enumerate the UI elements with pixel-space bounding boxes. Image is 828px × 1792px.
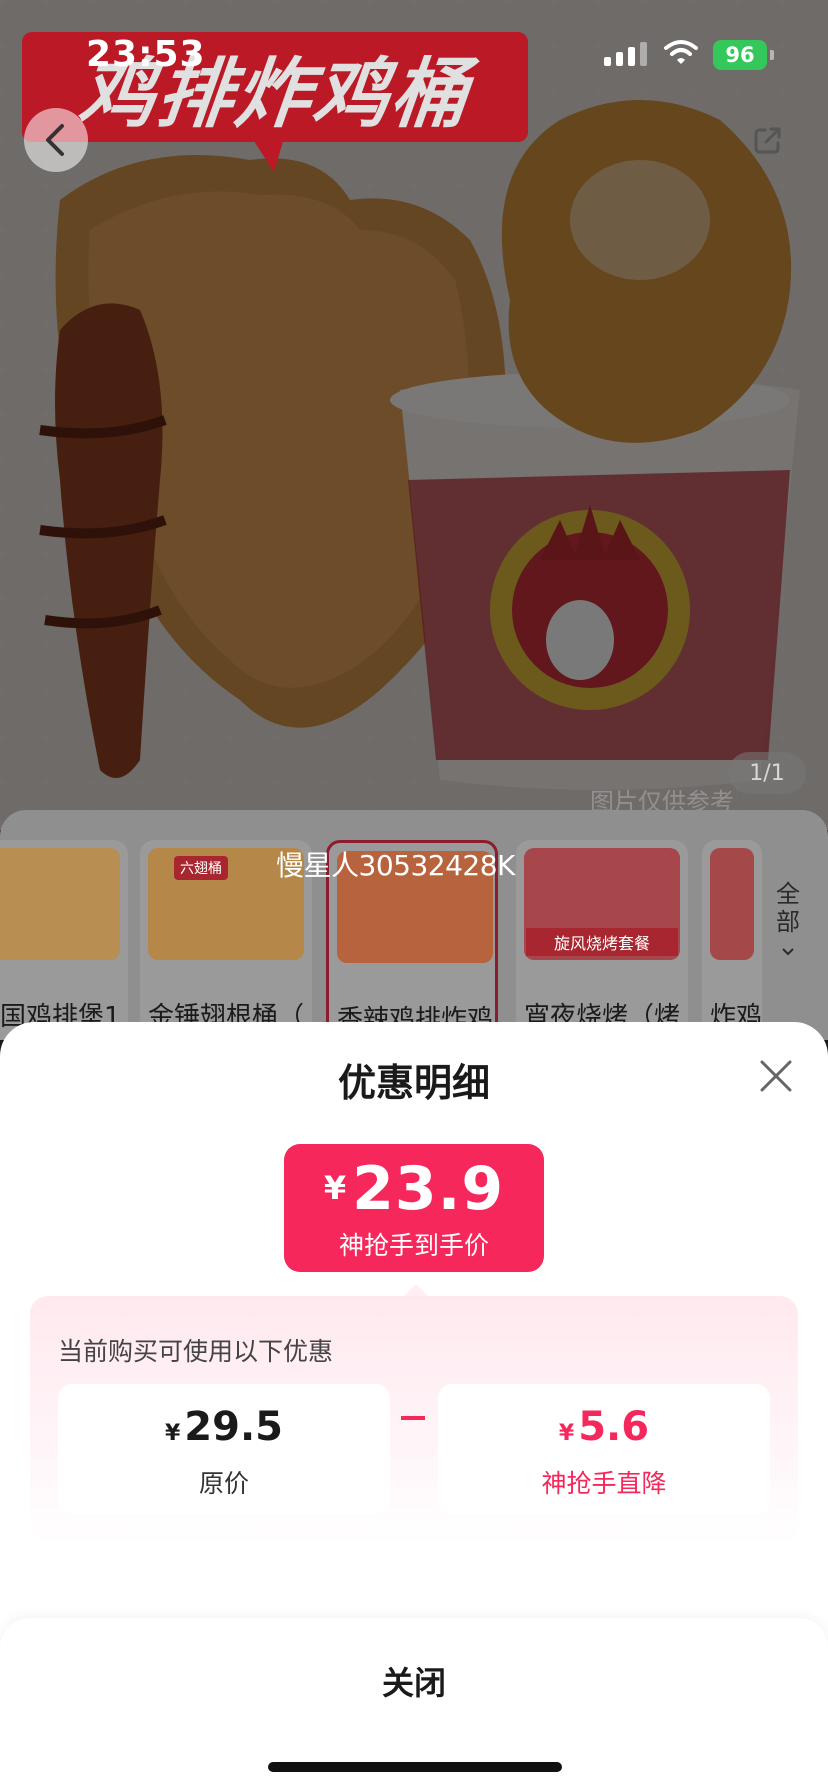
product-image	[0, 848, 120, 960]
image-page-indicator: 1/1	[728, 752, 806, 794]
home-indicator	[268, 1762, 562, 1772]
product-image	[710, 848, 754, 960]
original-price-currency: ¥	[164, 1421, 181, 1446]
sheet-title: 优惠明细	[337, 1061, 490, 1105]
reduction-card: ¥5.6 神抢手直降	[438, 1384, 770, 1514]
original-price-label: 原价	[198, 1469, 249, 1498]
back-button[interactable]	[24, 108, 88, 172]
view-all-label: 全部	[776, 880, 800, 936]
banner-dim-overlay	[0, 0, 828, 830]
final-price-currency: ¥	[323, 1169, 347, 1207]
product-badge: 六翅桶	[174, 856, 228, 880]
product-image: 旋风烧烤套餐	[524, 848, 680, 960]
back-chevron-icon	[46, 124, 64, 156]
reduction-amount: 5.6	[578, 1404, 650, 1450]
discount-detail-sheet: 优惠明细 ¥23.9 神抢手到手价 当前购买可使用以下优惠 ¥29.5 原价 ¥…	[0, 1022, 828, 1792]
product-card[interactable]: 炸鸡	[702, 840, 762, 1040]
hero-image[interactable]: 鸡排炸鸡桶 1/1 图片仅供参考	[0, 0, 828, 830]
battery-indicator: 96	[713, 40, 774, 70]
reduction-label: 神抢手直降	[541, 1469, 667, 1498]
final-price-value: 23.9	[352, 1154, 505, 1224]
minus-sign	[401, 1416, 425, 1420]
final-price-box: ¥23.9 神抢手到手价	[284, 1144, 544, 1272]
status-bar: 23:53 96	[0, 0, 828, 110]
original-price: ¥29.5	[58, 1404, 390, 1450]
original-price-amount: 29.5	[184, 1404, 283, 1450]
close-button[interactable]: 关闭	[0, 1618, 828, 1744]
chevron-down-icon	[782, 948, 794, 956]
product-badge: 旋风烧烤套餐	[526, 928, 678, 956]
product-card[interactable]: 国鸡排堡1	[0, 840, 128, 1040]
view-all-button[interactable]: 全部	[770, 880, 806, 964]
product-card[interactable]: 旋风烧烤套餐 宵夜烧烤（烤	[516, 840, 688, 1040]
cellular-signal-icon	[604, 42, 647, 66]
reduction-value: ¥5.6	[438, 1404, 770, 1450]
reduction-currency: ¥	[558, 1421, 575, 1446]
original-price-card: ¥29.5 原价	[58, 1384, 390, 1514]
discount-heading: 当前购买可使用以下优惠	[58, 1337, 334, 1366]
final-price: ¥23.9	[284, 1154, 544, 1224]
share-icon	[754, 127, 781, 154]
price-pointer	[404, 1284, 428, 1296]
wifi-icon	[664, 40, 698, 64]
close-icon[interactable]	[756, 1056, 796, 1096]
discount-panel: 当前购买可使用以下优惠 ¥29.5 原价 ¥5.6 神抢手直降	[30, 1296, 798, 1544]
status-time: 23:53	[86, 34, 206, 75]
share-button[interactable]	[752, 124, 784, 160]
final-price-caption: 神抢手到手价	[338, 1231, 489, 1260]
user-watermark: 慢星人30532428K	[276, 849, 515, 882]
